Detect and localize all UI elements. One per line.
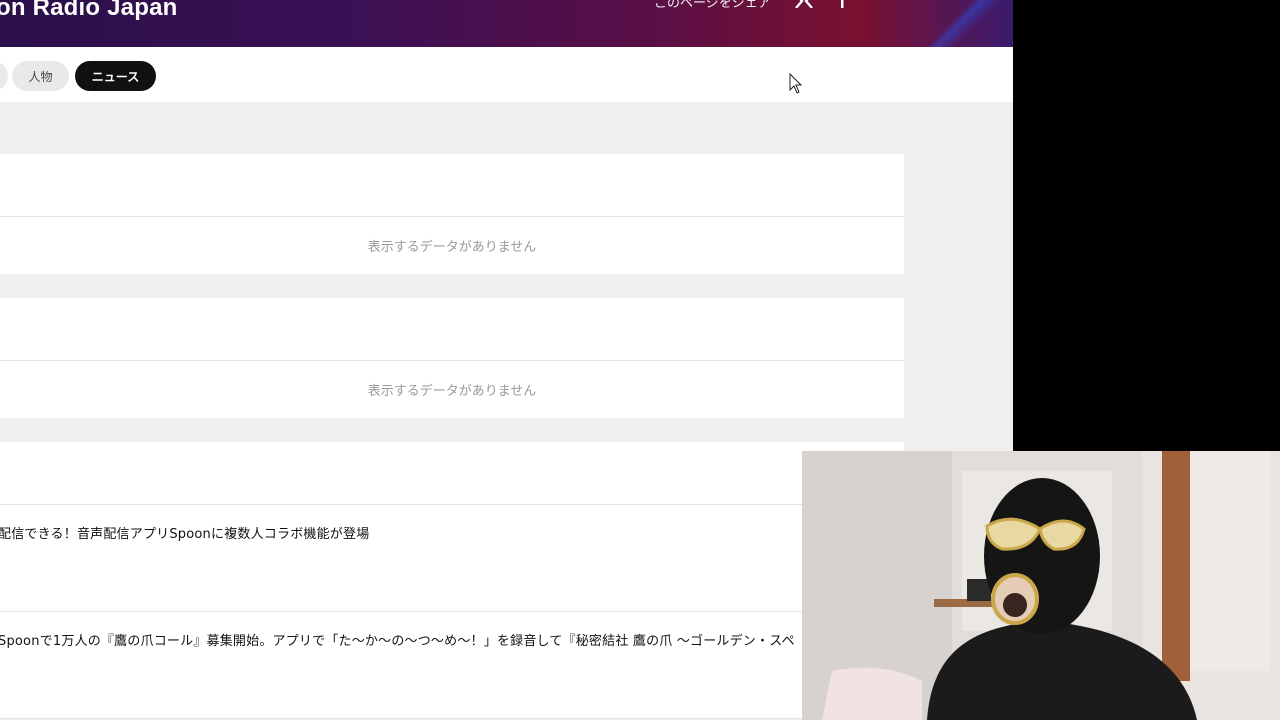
facebook-icon[interactable] — [838, 0, 848, 8]
section-card-header — [0, 154, 904, 217]
category-tab-bar: 人物 ニュース — [0, 47, 1013, 102]
tab-news[interactable]: ニュース — [75, 61, 156, 91]
share-label: このページをシェア — [654, 0, 771, 11]
brand-title[interactable]: on Radio Japan — [0, 0, 178, 22]
section-card-2: 表示するデータがありません — [0, 298, 904, 418]
header-decoration — [913, 0, 1013, 47]
news-card: 配信できる！音声配信アプリSpoonに複数人コラボ機能が登場 Spoonで1万人… — [0, 442, 904, 719]
section-card-1: 表示するデータがありません — [0, 154, 904, 274]
x-logo-icon[interactable] — [795, 0, 813, 8]
section-card-header — [0, 298, 904, 361]
webcam-overlay — [802, 451, 1280, 720]
empty-state-message: 表示するデータがありません — [367, 384, 537, 399]
news-list-item[interactable]: 配信できる！音声配信アプリSpoonに複数人コラボ機能が登場 — [0, 505, 904, 612]
news-card-header — [0, 442, 904, 505]
news-title[interactable]: 配信できる！音声配信アプリSpoonに複数人コラボ機能が登場 — [0, 523, 369, 542]
empty-state-message: 表示するデータがありません — [367, 240, 537, 255]
tab-previous-partial[interactable] — [0, 61, 8, 91]
mouse-cursor-icon — [789, 73, 803, 94]
webcam-video-frame — [802, 451, 1280, 720]
tab-people[interactable]: 人物 — [12, 61, 69, 91]
site-header: on Radio Japan このページをシェア — [0, 0, 1013, 47]
news-list-item[interactable]: Spoonで1万人の『鷹の爪コール』募集開始。アプリで「た〜か〜の〜つ〜め〜！」… — [0, 612, 904, 719]
news-title[interactable]: Spoonで1万人の『鷹の爪コール』募集開始。アプリで「た〜か〜の〜つ〜め〜！」… — [0, 630, 795, 649]
